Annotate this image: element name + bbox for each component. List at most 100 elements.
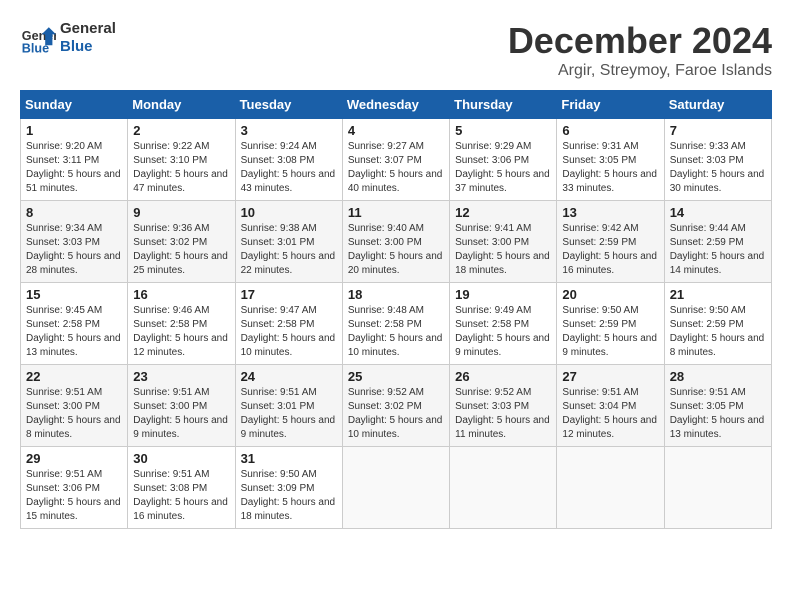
day-info: Sunrise: 9:50 AM Sunset: 3:09 PM Dayligh… <box>241 468 337 524</box>
table-row <box>557 447 664 529</box>
day-info: Sunrise: 9:24 AM Sunset: 3:08 PM Dayligh… <box>241 140 337 196</box>
logo-blue: Blue <box>60 38 116 56</box>
table-row: 28 Sunrise: 9:51 AM Sunset: 3:05 PM Dayli… <box>664 365 771 447</box>
day-number: 14 <box>670 205 766 220</box>
day-info: Sunrise: 9:22 AM Sunset: 3:10 PM Dayligh… <box>133 140 229 196</box>
day-number: 13 <box>562 205 658 220</box>
table-row: 13 Sunrise: 9:42 AM Sunset: 2:59 PM Dayli… <box>557 201 664 283</box>
day-number: 30 <box>133 451 229 466</box>
day-info: Sunrise: 9:27 AM Sunset: 3:07 PM Dayligh… <box>348 140 444 196</box>
day-info: Sunrise: 9:52 AM Sunset: 3:02 PM Dayligh… <box>348 386 444 442</box>
day-info: Sunrise: 9:47 AM Sunset: 2:58 PM Dayligh… <box>241 304 337 360</box>
day-number: 17 <box>241 287 337 302</box>
day-number: 7 <box>670 123 766 138</box>
day-info: Sunrise: 9:51 AM Sunset: 3:04 PM Dayligh… <box>562 386 658 442</box>
day-number: 11 <box>348 205 444 220</box>
header-sunday: Sunday <box>21 91 128 119</box>
table-row: 18 Sunrise: 9:48 AM Sunset: 2:58 PM Dayli… <box>342 283 449 365</box>
day-number: 29 <box>26 451 122 466</box>
day-number: 9 <box>133 205 229 220</box>
day-info: Sunrise: 9:51 AM Sunset: 3:06 PM Dayligh… <box>26 468 122 524</box>
day-number: 22 <box>26 369 122 384</box>
table-row: 24 Sunrise: 9:51 AM Sunset: 3:01 PM Dayli… <box>235 365 342 447</box>
table-row: 16 Sunrise: 9:46 AM Sunset: 2:58 PM Dayli… <box>128 283 235 365</box>
table-row: 29 Sunrise: 9:51 AM Sunset: 3:06 PM Dayli… <box>21 447 128 529</box>
day-info: Sunrise: 9:51 AM Sunset: 3:08 PM Dayligh… <box>133 468 229 524</box>
header-thursday: Thursday <box>450 91 557 119</box>
day-info: Sunrise: 9:33 AM Sunset: 3:03 PM Dayligh… <box>670 140 766 196</box>
day-info: Sunrise: 9:51 AM Sunset: 3:00 PM Dayligh… <box>133 386 229 442</box>
day-number: 1 <box>26 123 122 138</box>
table-row: 17 Sunrise: 9:47 AM Sunset: 2:58 PM Dayli… <box>235 283 342 365</box>
location-title: Argir, Streymoy, Faroe Islands <box>508 62 772 80</box>
day-info: Sunrise: 9:42 AM Sunset: 2:59 PM Dayligh… <box>562 222 658 278</box>
day-number: 31 <box>241 451 337 466</box>
day-info: Sunrise: 9:52 AM Sunset: 3:03 PM Dayligh… <box>455 386 551 442</box>
day-info: Sunrise: 9:50 AM Sunset: 2:59 PM Dayligh… <box>670 304 766 360</box>
day-number: 16 <box>133 287 229 302</box>
day-number: 24 <box>241 369 337 384</box>
table-row: 7 Sunrise: 9:33 AM Sunset: 3:03 PM Daylig… <box>664 119 771 201</box>
day-number: 21 <box>670 287 766 302</box>
day-number: 28 <box>670 369 766 384</box>
day-number: 15 <box>26 287 122 302</box>
day-number: 18 <box>348 287 444 302</box>
calendar-row: 22 Sunrise: 9:51 AM Sunset: 3:00 PM Dayli… <box>21 365 772 447</box>
day-info: Sunrise: 9:41 AM Sunset: 3:00 PM Dayligh… <box>455 222 551 278</box>
day-number: 19 <box>455 287 551 302</box>
table-row: 27 Sunrise: 9:51 AM Sunset: 3:04 PM Dayli… <box>557 365 664 447</box>
day-info: Sunrise: 9:29 AM Sunset: 3:06 PM Dayligh… <box>455 140 551 196</box>
day-info: Sunrise: 9:31 AM Sunset: 3:05 PM Dayligh… <box>562 140 658 196</box>
month-title: December 2024 <box>508 20 772 62</box>
table-row: 8Sunrise: 9:34 AM Sunset: 3:03 PM Daylig… <box>21 201 128 283</box>
table-row: 23 Sunrise: 9:51 AM Sunset: 3:00 PM Dayli… <box>128 365 235 447</box>
table-row: 12Sunrise: 9:41 AM Sunset: 3:00 PM Dayli… <box>450 201 557 283</box>
calendar-row: 1 Sunrise: 9:20 AM Sunset: 3:11 PM Daylig… <box>21 119 772 201</box>
calendar-row: 15 Sunrise: 9:45 AM Sunset: 2:58 PM Dayli… <box>21 283 772 365</box>
day-number: 20 <box>562 287 658 302</box>
day-number: 3 <box>241 123 337 138</box>
day-number: 5 <box>455 123 551 138</box>
table-row: 10 Sunrise: 9:38 AM Sunset: 3:01 PM Dayli… <box>235 201 342 283</box>
table-row: 5 Sunrise: 9:29 AM Sunset: 3:06 PM Daylig… <box>450 119 557 201</box>
table-row: 9Sunrise: 9:36 AM Sunset: 3:02 PM Daylig… <box>128 201 235 283</box>
day-number: 26 <box>455 369 551 384</box>
table-row: 22Sunrise: 9:51 AM Sunset: 3:00 PM Dayli… <box>21 365 128 447</box>
day-info: Sunrise: 9:20 AM Sunset: 3:11 PM Dayligh… <box>26 140 122 196</box>
day-number: 23 <box>133 369 229 384</box>
table-row <box>450 447 557 529</box>
day-number: 25 <box>348 369 444 384</box>
weekday-header-row: Sunday Monday Tuesday Wednesday Thursday… <box>21 91 772 119</box>
day-info: Sunrise: 9:45 AM Sunset: 2:58 PM Dayligh… <box>26 304 122 360</box>
day-number: 2 <box>133 123 229 138</box>
table-row: 21 Sunrise: 9:50 AM Sunset: 2:59 PM Dayli… <box>664 283 771 365</box>
logo-icon: General Blue <box>20 20 56 56</box>
header-monday: Monday <box>128 91 235 119</box>
day-info: Sunrise: 9:49 AM Sunset: 2:58 PM Dayligh… <box>455 304 551 360</box>
day-number: 10 <box>241 205 337 220</box>
table-row: 4 Sunrise: 9:27 AM Sunset: 3:07 PM Daylig… <box>342 119 449 201</box>
table-row: 11 Sunrise: 9:40 AM Sunset: 3:00 PM Dayli… <box>342 201 449 283</box>
day-info: Sunrise: 9:38 AM Sunset: 3:01 PM Dayligh… <box>241 222 337 278</box>
header-saturday: Saturday <box>664 91 771 119</box>
day-info: Sunrise: 9:48 AM Sunset: 2:58 PM Dayligh… <box>348 304 444 360</box>
table-row <box>664 447 771 529</box>
calendar-table: Sunday Monday Tuesday Wednesday Thursday… <box>20 90 772 529</box>
day-info: Sunrise: 9:51 AM Sunset: 3:05 PM Dayligh… <box>670 386 766 442</box>
day-info: Sunrise: 9:44 AM Sunset: 2:59 PM Dayligh… <box>670 222 766 278</box>
day-number: 6 <box>562 123 658 138</box>
svg-text:Blue: Blue <box>22 41 49 55</box>
header-wednesday: Wednesday <box>342 91 449 119</box>
table-row: 26 Sunrise: 9:52 AM Sunset: 3:03 PM Dayli… <box>450 365 557 447</box>
calendar-row: 29 Sunrise: 9:51 AM Sunset: 3:06 PM Dayli… <box>21 447 772 529</box>
table-row <box>342 447 449 529</box>
day-info: Sunrise: 9:46 AM Sunset: 2:58 PM Dayligh… <box>133 304 229 360</box>
day-info: Sunrise: 9:40 AM Sunset: 3:00 PM Dayligh… <box>348 222 444 278</box>
logo-general: General <box>60 20 116 38</box>
day-number: 4 <box>348 123 444 138</box>
calendar-row: 8Sunrise: 9:34 AM Sunset: 3:03 PM Daylig… <box>21 201 772 283</box>
day-info: Sunrise: 9:50 AM Sunset: 2:59 PM Dayligh… <box>562 304 658 360</box>
day-info: Sunrise: 9:51 AM Sunset: 3:01 PM Dayligh… <box>241 386 337 442</box>
day-number: 27 <box>562 369 658 384</box>
table-row: 19 Sunrise: 9:49 AM Sunset: 2:58 PM Dayli… <box>450 283 557 365</box>
